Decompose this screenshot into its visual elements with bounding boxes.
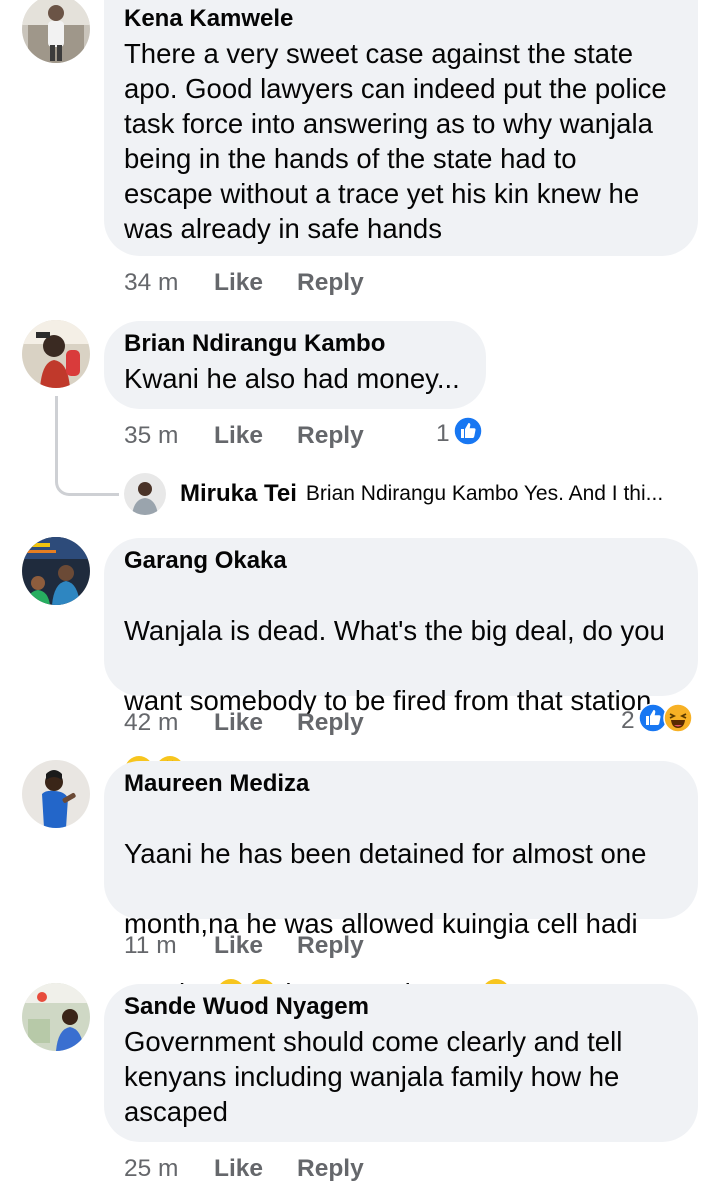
avatar-kena-kamwele[interactable]: [22, 0, 90, 63]
comment-author[interactable]: Maureen Mediza: [124, 767, 676, 801]
like-button[interactable]: Like: [214, 1155, 297, 1183]
like-reaction-icon: [452, 415, 483, 453]
thread-connector-line: [55, 396, 119, 496]
comment-text: Government should come clearly and tell …: [124, 1026, 623, 1127]
comment-actions: 25 m Like Reply: [124, 1149, 364, 1189]
reaction-count: 1: [436, 420, 450, 447]
avatar-garang-okaka[interactable]: [22, 537, 90, 605]
reply-text: Brian Ndirangu Kambo Yes. And I thi...: [305, 482, 664, 505]
comment-bubble[interactable]: Brian Ndirangu Kambo Kwani he also had m…: [104, 321, 486, 409]
comment-text: Kwani he also had money...: [124, 363, 460, 394]
comment-bubble[interactable]: Maureen Mediza Yaani he has been detaine…: [104, 761, 698, 1009]
avatar-sande-wuod-nyagem[interactable]: [22, 983, 90, 1051]
comment-timestamp[interactable]: 11 m: [124, 932, 214, 960]
comment-author[interactable]: Sande Wuod Nyagem: [124, 990, 676, 1024]
comment-timestamp[interactable]: 35 m: [124, 422, 214, 450]
like-button[interactable]: Like: [214, 269, 297, 297]
comment-author[interactable]: Kena Kamwele: [124, 2, 676, 36]
avatar-miruka-tei[interactable]: [124, 473, 166, 515]
comment-bubble[interactable]: Garang Okaka Wanjala is dead. What's the…: [104, 538, 698, 786]
comments-page: Kena Kamwele There a very sweet case aga…: [0, 0, 720, 1197]
reply-button[interactable]: Reply: [297, 1155, 364, 1183]
reply-author[interactable]: Miruka Tei: [180, 480, 297, 508]
avatar-brian-ndirangu-kambo[interactable]: [22, 320, 90, 388]
comment-actions: 42 m Like Reply: [124, 703, 364, 743]
comment-timestamp[interactable]: 25 m: [124, 1155, 214, 1183]
avatar-maureen-mediza[interactable]: [22, 760, 90, 828]
reply-button[interactable]: Reply: [297, 709, 364, 737]
reply-button[interactable]: Reply: [297, 932, 364, 960]
comment-text-line: Yaani he has been detained for almost on…: [124, 838, 647, 869]
comment-actions: 34 m Like Reply: [124, 263, 364, 303]
like-button[interactable]: Like: [214, 422, 297, 450]
haha-reaction-icon: [662, 702, 693, 740]
like-button[interactable]: Like: [214, 932, 297, 960]
comment-author[interactable]: Brian Ndirangu Kambo: [124, 327, 464, 361]
like-button[interactable]: Like: [214, 709, 297, 737]
reply-button[interactable]: Reply: [297, 269, 364, 297]
comment-text: There a very sweet case against the stat…: [124, 38, 667, 244]
reaction-summary[interactable]: 1: [436, 415, 483, 453]
reply-preview-row[interactable]: Miruka Tei Brian Ndirangu Kambo Yes. And…: [124, 472, 663, 516]
comment-actions: 11 m Like Reply: [124, 926, 364, 966]
comment-bubble[interactable]: Kena Kamwele There a very sweet case aga…: [104, 0, 698, 256]
comment-author[interactable]: Garang Okaka: [124, 544, 676, 578]
comment-timestamp[interactable]: 34 m: [124, 269, 214, 297]
comment-actions: 35 m Like Reply: [124, 416, 364, 456]
comment-bubble[interactable]: Sande Wuod Nyagem Government should come…: [104, 984, 698, 1142]
comment-timestamp[interactable]: 42 m: [124, 709, 214, 737]
reaction-count: 2: [621, 707, 635, 734]
comment-text-line: Wanjala is dead. What's the big deal, do…: [124, 615, 665, 646]
reaction-summary[interactable]: 2: [621, 702, 693, 740]
reply-button[interactable]: Reply: [297, 422, 364, 450]
